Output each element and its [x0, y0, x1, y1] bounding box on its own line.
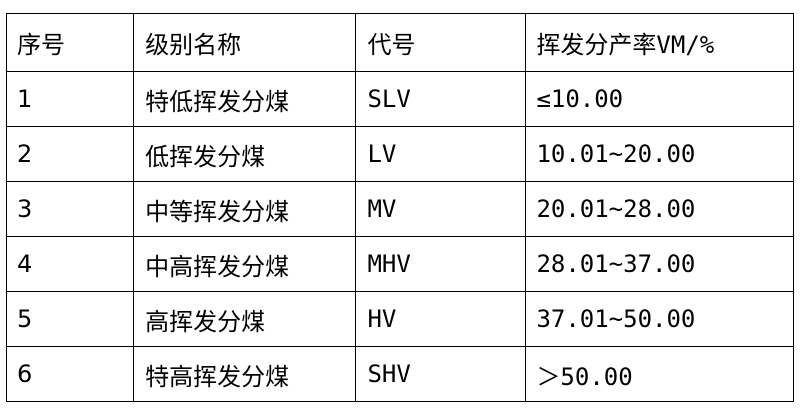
cell-volatile-range: ＞50.00: [525, 346, 794, 402]
header-code: 代号: [355, 13, 527, 72]
cell-code: LV: [355, 126, 527, 182]
cell-code: SLV: [355, 71, 527, 127]
cell-volatile-range: 28.01~37.00: [525, 236, 794, 292]
cell-code: SHV: [355, 346, 527, 402]
cell-level-name: 高挥发分煤: [133, 291, 357, 347]
cell-level-name: 中等挥发分煤: [133, 181, 357, 237]
cell-serial-number: 5: [5, 291, 135, 347]
table-row: 2 低挥发分煤 LV 10.01~20.00: [5, 126, 794, 182]
cell-volatile-range: 37.01~50.00: [525, 291, 794, 347]
header-volatile-yield: 挥发分产率VM/%: [525, 13, 794, 72]
cell-serial-number: 3: [5, 181, 135, 237]
cell-level-name: 特高挥发分煤: [133, 346, 357, 402]
table-row: 1 特低挥发分煤 SLV ≤10.00: [5, 71, 794, 127]
cell-code: MV: [355, 181, 527, 237]
cell-serial-number: 6: [5, 346, 135, 402]
table-row: 5 高挥发分煤 HV 37.01~50.00: [5, 291, 794, 347]
header-serial-number: 序号: [5, 13, 135, 72]
cell-code: HV: [355, 291, 527, 347]
cell-volatile-range: ≤10.00: [525, 71, 794, 127]
volatile-matter-classification-table: 序号 级别名称 代号 挥发分产率VM/% 1 特低挥发分煤 SLV ≤10.00…: [5, 13, 794, 402]
header-level-name: 级别名称: [133, 13, 357, 72]
cell-volatile-range: 20.01~28.00: [525, 181, 794, 237]
table-row: 6 特高挥发分煤 SHV ＞50.00: [5, 346, 794, 402]
cell-serial-number: 4: [5, 236, 135, 292]
cell-serial-number: 2: [5, 126, 135, 182]
table-row: 3 中等挥发分煤 MV 20.01~28.00: [5, 181, 794, 237]
cell-level-name: 低挥发分煤: [133, 126, 357, 182]
cell-level-name: 特低挥发分煤: [133, 71, 357, 127]
cell-volatile-range: 10.01~20.00: [525, 126, 794, 182]
cell-level-name: 中高挥发分煤: [133, 236, 357, 292]
table-row: 4 中高挥发分煤 MHV 28.01~37.00: [5, 236, 794, 292]
cell-serial-number: 1: [5, 71, 135, 127]
table-header-row: 序号 级别名称 代号 挥发分产率VM/%: [5, 13, 794, 72]
cell-code: MHV: [355, 236, 527, 292]
